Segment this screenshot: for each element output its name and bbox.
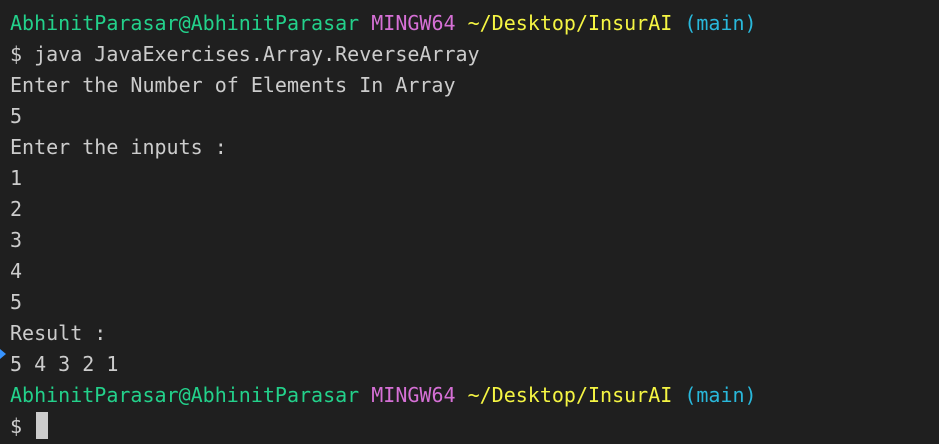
output-line: 1 — [10, 166, 23, 190]
prompt-user: AbhinitParasar@AbhinitParasar — [10, 383, 360, 407]
prompt-env: MINGW64 — [371, 11, 456, 35]
output-line: 5 — [10, 290, 23, 314]
prompt-path: ~/Desktop/InsurAI — [467, 11, 673, 35]
output-line: Enter the Number of Elements In Array — [10, 73, 456, 97]
output-line: 4 — [10, 259, 23, 283]
prompt-line-1: AbhinitParasar@AbhinitParasar MINGW64 ~/… — [10, 8, 939, 39]
terminal-window[interactable]: AbhinitParasar@AbhinitParasar MINGW64 ~/… — [0, 0, 939, 444]
prompt-path: ~/Desktop/InsurAI — [467, 383, 673, 407]
output-line: 2 — [10, 197, 23, 221]
command-line: $ java JavaExercises.Array.ReverseArray — [10, 42, 480, 66]
output-line: Enter the inputs : — [10, 135, 227, 159]
text-cursor — [36, 412, 49, 439]
prompt-branch: (main) — [684, 11, 757, 35]
output-line: 5 — [10, 104, 23, 128]
command-decoration-icon[interactable] — [0, 349, 6, 359]
prompt-env: MINGW64 — [371, 383, 456, 407]
output-line: Result : — [10, 321, 107, 345]
prompt-user: AbhinitParasar@AbhinitParasar — [10, 11, 360, 35]
output-line: 5 4 3 2 1 — [10, 352, 119, 376]
prompt-branch: (main) — [684, 383, 757, 407]
input-line[interactable]: $ — [10, 411, 939, 442]
prompt-symbol: $ — [10, 414, 23, 438]
output-line: 3 — [10, 228, 23, 252]
prompt-line-2: AbhinitParasar@AbhinitParasar MINGW64 ~/… — [10, 380, 939, 411]
